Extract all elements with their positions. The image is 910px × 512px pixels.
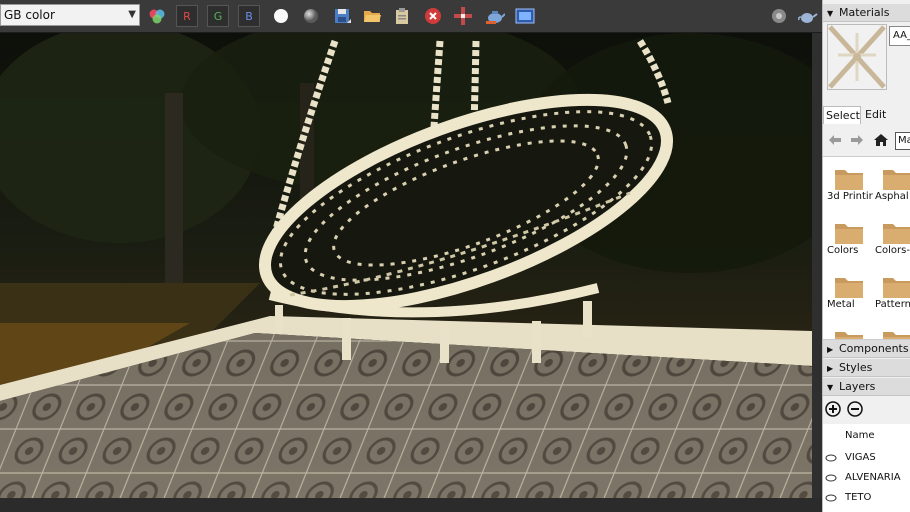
styles-header[interactable]: ▶ Styles	[823, 359, 910, 377]
chevron-down-icon[interactable]: ▼	[128, 5, 136, 25]
forward-arrow-icon[interactable]	[849, 132, 865, 148]
collapse-arrow-icon: ▼	[827, 9, 834, 18]
folder-icon	[883, 332, 910, 339]
channel-b-label: B	[245, 9, 253, 23]
layer-row[interactable]: TETO	[823, 488, 910, 508]
layer-name: ALVENARIA	[845, 472, 901, 483]
folder-icon	[835, 332, 863, 339]
layer-name: VIGAS	[845, 452, 876, 463]
clipboard-icon[interactable]	[391, 5, 413, 27]
components-header-label: Components	[839, 342, 909, 355]
tab-edit[interactable]: Edit	[863, 106, 899, 124]
add-layer-icon[interactable]	[825, 401, 841, 417]
folder-icon	[835, 224, 863, 244]
folder-icon	[835, 278, 863, 298]
layers-header-label: Layers	[839, 380, 876, 393]
radio-icon[interactable]	[825, 494, 837, 502]
channel-g-button[interactable]: G	[207, 5, 229, 27]
open-folder-icon[interactable]	[361, 5, 383, 27]
layers-column-header[interactable]: Name	[823, 426, 910, 446]
material-preview-swatch[interactable]	[827, 24, 887, 90]
home-icon[interactable]	[873, 132, 889, 148]
tab-edit-label: Edit	[865, 108, 887, 121]
materials-header-label: Materials	[839, 6, 890, 19]
rendered-scene-image	[0, 33, 812, 498]
expand-arrow-icon: ▶	[827, 345, 834, 354]
layers-list: Name VIGAS ALVENARIA TETO	[823, 424, 910, 512]
layer-row[interactable]: VIGAS	[823, 448, 910, 468]
library-folder[interactable]: Colors	[825, 211, 871, 261]
channel-r-button[interactable]: R	[176, 5, 198, 27]
viewport-scrollbar[interactable]	[812, 33, 822, 498]
radio-icon[interactable]	[825, 454, 837, 462]
library-folder[interactable]: 3d Printir	[825, 157, 873, 207]
render-teapot-icon[interactable]	[484, 5, 506, 27]
library-folder-label: 3d Printir	[827, 191, 873, 202]
save-icon[interactable]	[331, 5, 353, 27]
rgb-circles-icon[interactable]	[146, 5, 168, 27]
components-header[interactable]: ▶ Components	[823, 340, 910, 358]
materials-header[interactable]: ▼ Materials	[823, 4, 910, 22]
sphere-grey-icon[interactable]	[300, 5, 322, 27]
library-folder[interactable]	[873, 319, 910, 339]
library-folder-label: Colors-	[875, 245, 910, 256]
render-viewport[interactable]	[0, 33, 812, 498]
channel-dropdown-value: GB color	[4, 8, 55, 22]
layer-row[interactable]: ALVENARIA	[823, 468, 910, 488]
library-folder[interactable]	[825, 319, 871, 339]
library-dropdown-value: Ma	[898, 135, 910, 146]
layer-name: TETO	[845, 492, 872, 503]
stop-icon[interactable]	[422, 5, 444, 27]
sphere-white-icon[interactable]	[270, 5, 292, 27]
library-folder-label: Pattern	[875, 299, 910, 310]
folder-icon	[883, 224, 910, 244]
radio-icon[interactable]	[825, 474, 837, 482]
library-folder-label: Metal	[827, 299, 855, 310]
tab-select[interactable]: Select	[823, 106, 861, 124]
folder-icon	[883, 170, 910, 190]
material-name-field[interactable]: AA_	[889, 26, 910, 46]
folder-icon	[835, 170, 863, 190]
compass-icon[interactable]	[452, 5, 474, 27]
default-tray-panel: ▼ Materials AA_ Select Edit Ma 3d Printir…	[822, 0, 910, 512]
library-folder[interactable]: Asphal	[873, 157, 910, 207]
channel-dropdown[interactable]: GB color ▼	[0, 4, 140, 26]
material-name-value: AA_	[893, 30, 910, 41]
library-dropdown[interactable]: Ma	[895, 132, 910, 150]
library-folder[interactable]: Colors-	[873, 211, 910, 261]
layers-header[interactable]: ▼ Layers	[823, 378, 910, 396]
render-toolbar: GB color ▼ R G B	[0, 0, 822, 33]
channel-g-label: G	[213, 9, 223, 23]
expand-arrow-icon: ▶	[827, 364, 834, 373]
frame-buffer-icon[interactable]	[514, 5, 536, 27]
library-folder[interactable]: Metal	[825, 265, 871, 315]
channel-b-button[interactable]: B	[238, 5, 260, 27]
channel-r-label: R	[183, 9, 191, 23]
layers-toolbar	[823, 398, 910, 422]
back-arrow-icon[interactable]	[827, 132, 843, 148]
settings-icon[interactable]	[768, 5, 790, 27]
collapse-arrow-icon: ▼	[827, 383, 834, 392]
library-folder-label: Colors	[827, 245, 859, 256]
tab-select-label: Select	[826, 109, 860, 122]
folder-icon	[883, 278, 910, 298]
layers-name-header: Name	[845, 430, 875, 441]
remove-layer-icon[interactable]	[847, 401, 863, 417]
styles-header-label: Styles	[839, 361, 873, 374]
status-strip	[0, 498, 822, 512]
library-folder-label: Asphal	[875, 191, 909, 202]
teapot-icon[interactable]	[797, 5, 819, 27]
material-library-grid: 3d Printir Asphal Colors Colors- Metal P…	[823, 156, 910, 340]
library-folder[interactable]: Pattern	[873, 265, 910, 315]
